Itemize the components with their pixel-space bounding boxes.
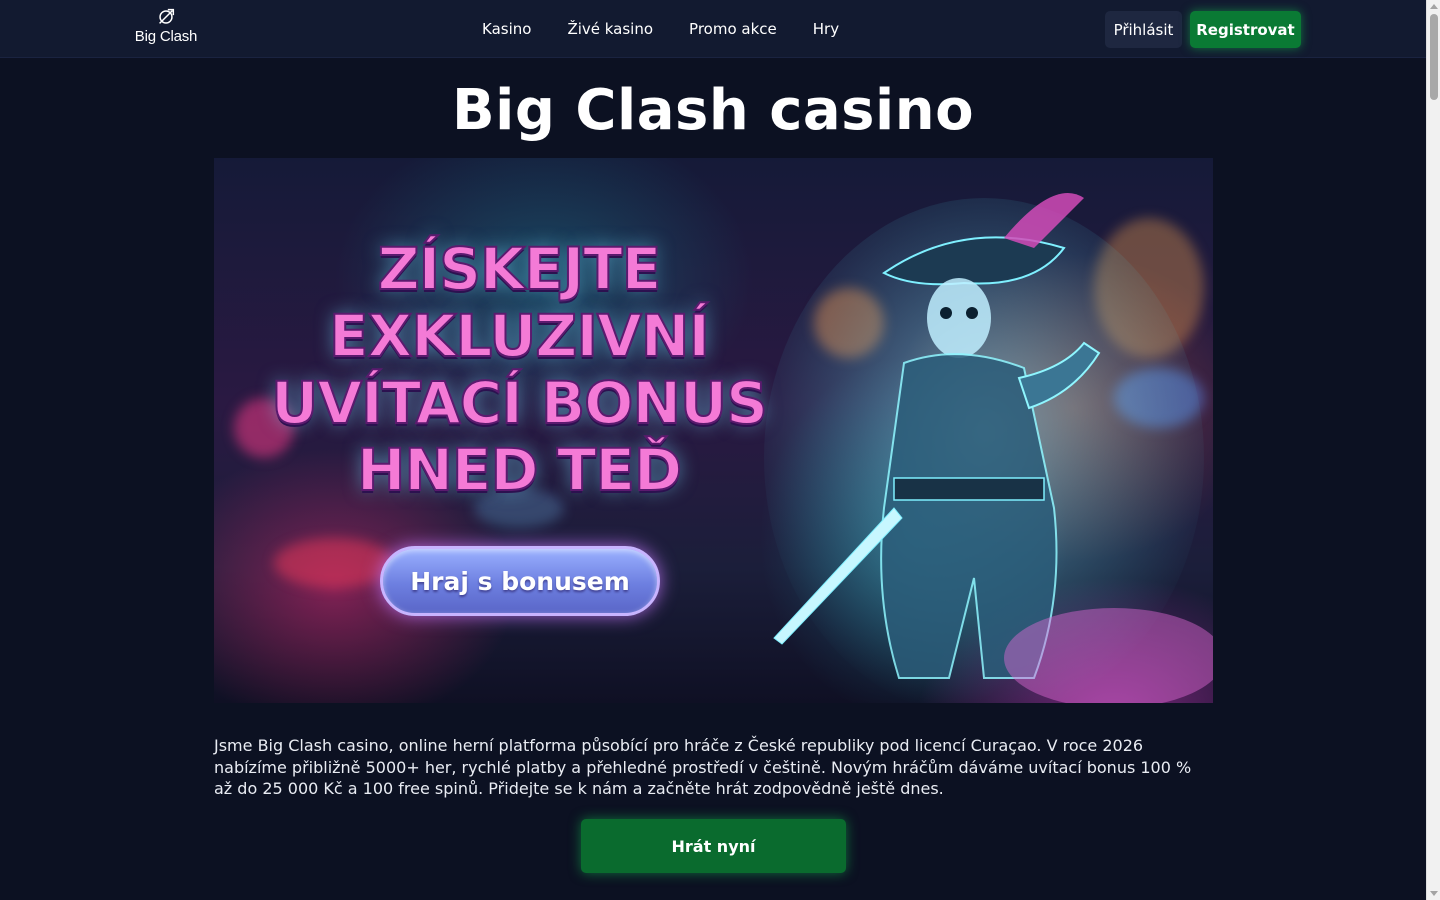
play-with-bonus-button[interactable]: Hraj s bonusem: [380, 546, 660, 616]
banner-headline: ZÍSKEJTE EXKLUZIVNÍ UVÍTACÍ BONUS HNED T…: [254, 235, 784, 505]
logo-icon: [159, 8, 175, 24]
intro-description: Jsme Big Clash casino, online herní plat…: [214, 736, 1192, 798]
nav-item-kasino[interactable]: Kasino: [482, 20, 531, 38]
play-now-button[interactable]: Hrát nyní: [581, 819, 846, 873]
nav-item-promotions[interactable]: Promo akce: [689, 20, 777, 38]
scrollbar-thumb[interactable]: [1430, 14, 1438, 100]
banner-headline-line: ZÍSKEJTE: [377, 235, 663, 304]
scroll-up-arrow-icon[interactable]: [1430, 4, 1438, 9]
main-nav: Kasino Živé kasino Promo akce Hry: [482, 0, 839, 58]
site-header: Big Clash Kasino Živé kasino Promo akce …: [0, 0, 1426, 58]
scrollbar[interactable]: [1426, 0, 1440, 900]
nav-item-games[interactable]: Hry: [813, 20, 839, 38]
page-title: Big Clash casino: [451, 78, 975, 143]
bokeh-light: [274, 538, 394, 588]
logo[interactable]: Big Clash: [130, 6, 202, 52]
promo-banner[interactable]: ZÍSKEJTE EXKLUZIVNÍ UVÍTACÍ BONUS HNED T…: [214, 158, 1213, 703]
page: Big Clash Kasino Živé kasino Promo akce …: [0, 0, 1440, 900]
banner-headline-line: UVÍTACÍ BONUS: [270, 369, 769, 438]
login-button[interactable]: Přihlásit: [1105, 11, 1182, 48]
logo-text: Big Clash: [134, 28, 198, 45]
nav-item-live-casino[interactable]: Živé kasino: [567, 20, 653, 38]
register-button[interactable]: Registrovat: [1190, 11, 1301, 48]
banner-headline-line: EXKLUZIVNÍ: [328, 302, 711, 371]
banner-headline-line: HNED TEĎ: [356, 436, 683, 505]
ghost-pirate-illustration: [764, 193, 1213, 703]
scroll-down-arrow-icon[interactable]: [1430, 891, 1438, 896]
